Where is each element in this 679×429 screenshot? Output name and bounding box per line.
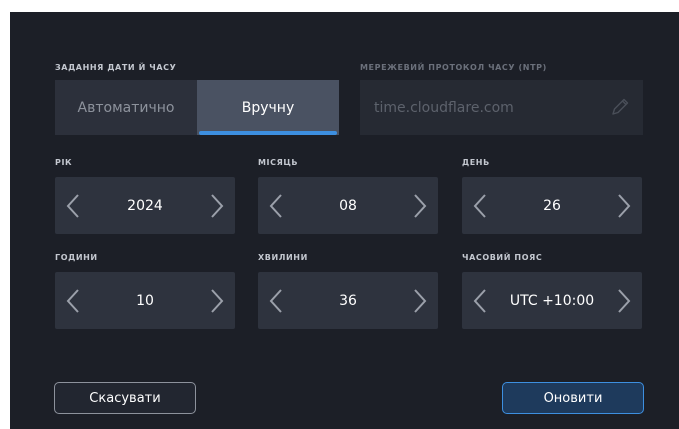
month-stepper: 08: [258, 177, 438, 234]
hours-value: 10: [136, 292, 154, 309]
chevron-right-icon: [618, 288, 631, 313]
selected-indicator: [199, 131, 337, 135]
update-button[interactable]: Оновити: [502, 382, 644, 414]
chevron-left-icon: [473, 193, 486, 218]
year-increment-button[interactable]: [199, 177, 235, 234]
hours-decrement-button[interactable]: [55, 272, 91, 329]
ntp-server-value: time.cloudflare.com: [374, 99, 514, 116]
hours-label: ГОДИНИ: [55, 253, 98, 262]
cancel-button[interactable]: Скасувати: [54, 382, 196, 414]
month-value: 08: [339, 197, 357, 214]
chevron-left-icon: [269, 288, 282, 313]
hours-stepper: 10: [55, 272, 235, 329]
chevron-left-icon: [473, 288, 486, 313]
minutes-value: 36: [339, 292, 357, 309]
pencil-icon: [612, 98, 629, 115]
day-decrement-button[interactable]: [462, 177, 498, 234]
day-increment-button[interactable]: [606, 177, 642, 234]
chevron-left-icon: [269, 193, 282, 218]
datetime-mode-toggle: Автоматично Вручну: [55, 80, 339, 135]
chevron-left-icon: [66, 288, 79, 313]
chevron-right-icon: [414, 288, 427, 313]
chevron-right-icon: [211, 193, 224, 218]
month-increment-button[interactable]: [402, 177, 438, 234]
minutes-stepper: 36: [258, 272, 438, 329]
minutes-label: ХВИЛИНИ: [258, 253, 308, 262]
year-label: РІК: [55, 158, 73, 167]
ntp-server-field: time.cloudflare.com: [360, 80, 643, 135]
timezone-decrement-button[interactable]: [462, 272, 498, 329]
timezone-stepper: UTC +10:00: [462, 272, 642, 329]
minutes-increment-button[interactable]: [402, 272, 438, 329]
timezone-value: UTC +10:00: [509, 292, 595, 309]
day-label: ДЕНЬ: [462, 158, 490, 167]
chevron-right-icon: [211, 288, 224, 313]
timezone-label: ЧАСОВИЙ ПОЯС: [462, 253, 543, 262]
year-stepper: 2024: [55, 177, 235, 234]
mode-manual-label: Вручну: [241, 99, 295, 116]
hours-increment-button[interactable]: [199, 272, 235, 329]
mode-automatic-button[interactable]: Автоматично: [55, 80, 197, 135]
day-value: 26: [543, 197, 561, 214]
chevron-left-icon: [66, 193, 79, 218]
month-decrement-button[interactable]: [258, 177, 294, 234]
chevron-right-icon: [414, 193, 427, 218]
datetime-section-label: ЗАДАННЯ ДАТИ Й ЧАСУ: [55, 63, 177, 72]
timezone-increment-button[interactable]: [606, 272, 642, 329]
day-stepper: 26: [462, 177, 642, 234]
year-value: 2024: [127, 197, 163, 214]
year-decrement-button[interactable]: [55, 177, 91, 234]
minutes-decrement-button[interactable]: [258, 272, 294, 329]
month-label: МІСЯЦЬ: [258, 158, 299, 167]
mode-manual-button[interactable]: Вручну: [197, 80, 339, 135]
ntp-label: МЕРЕЖЕВИЙ ПРОТОКОЛ ЧАСУ (NTP): [360, 63, 547, 72]
chevron-right-icon: [618, 193, 631, 218]
